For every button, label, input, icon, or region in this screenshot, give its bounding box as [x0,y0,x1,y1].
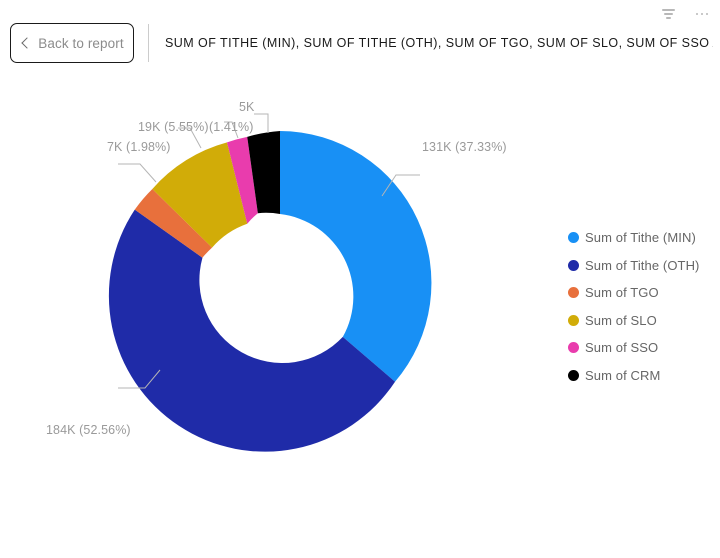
legend-label: Sum of SLO [585,312,657,328]
back-to-report-button[interactable]: Back to report [10,23,134,63]
page-title: SUM OF TITHE (MIN), SUM OF TITHE (OTH), … [165,36,713,50]
legend-label: Sum of Tithe (OTH) [585,257,700,273]
back-to-report-label: Back to report [38,35,124,51]
chart-legend: Sum of Tithe (MIN) Sum of Tithe (OTH) Su… [568,230,700,383]
data-label-slo: 19K (5.55%) [138,120,209,134]
chevron-left-icon [20,38,31,49]
donut-chart: 131K (37.33%) 184K (52.56%) 7K (1.98%) 1… [10,78,550,498]
visual-container: 131K (37.33%) 184K (52.56%) 7K (1.98%) 1… [0,78,720,558]
data-label-tithe-min: 131K (37.33%) [422,140,507,154]
data-label-tgo: 7K (1.98%) [107,140,171,154]
data-label-crm: 5K [239,100,255,114]
legend-swatch-icon [568,232,579,243]
data-label-tithe-oth: 184K (52.56%) [46,423,131,437]
ellipsis-icon-glyph [695,12,709,16]
legend-label: Sum of SSO [585,340,659,355]
filter-icon-glyph [661,9,675,19]
legend-swatch-icon [568,369,579,381]
legend-swatch-icon [568,342,579,353]
donut-slices [108,131,432,452]
slice-tithe-min[interactable] [280,131,432,382]
legend-swatch-icon [568,287,579,298]
legend-item-slo[interactable]: Sum of SLO [568,313,700,328]
header-actions [658,4,712,24]
leader-line-tgo [118,163,157,183]
legend-item-crm[interactable]: Sum of CRM [568,368,700,383]
header-divider [148,24,149,62]
filter-icon[interactable] [658,4,678,24]
legend-item-sso[interactable]: Sum of SSO [568,340,700,355]
data-label-sso: (1.41%) [209,120,254,134]
header-bar: Back to report SUM OF TITHE (MIN), SUM O… [0,22,713,64]
leader-line-crm [254,113,269,133]
more-options-icon[interactable] [692,4,712,24]
legend-item-tithe-oth[interactable]: Sum of Tithe (OTH) [568,258,700,273]
legend-label: Sum of TGO [585,285,659,300]
report-header: Back to report SUM OF TITHE (MIN), SUM O… [0,0,720,78]
legend-swatch-icon [568,259,579,271]
legend-label: Sum of Tithe (MIN) [585,230,696,245]
legend-item-tgo[interactable]: Sum of TGO [568,285,700,300]
legend-item-tithe-min[interactable]: Sum of Tithe (MIN) [568,230,700,245]
legend-swatch-icon [568,314,579,326]
legend-label: Sum of CRM [585,367,661,383]
